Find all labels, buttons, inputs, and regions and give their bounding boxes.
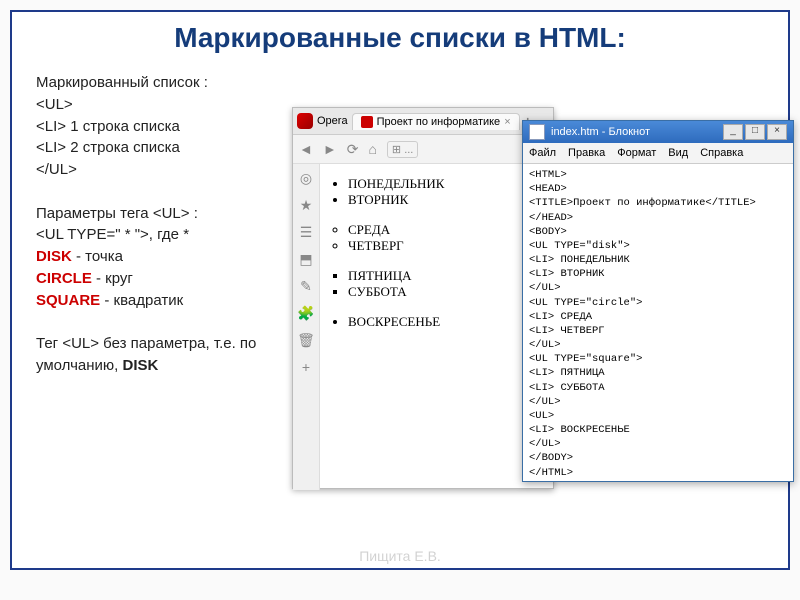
notes-icon[interactable]: ✎ [300, 278, 312, 295]
notepad-title: index.htm - Блокнот [551, 126, 650, 138]
extensions-icon[interactable]: 🧩 [297, 305, 314, 322]
list-disc: ПОНЕДЕЛЬНИК ВТОРНИК [320, 176, 549, 208]
params-heading: Параметры тега <UL> : [36, 203, 286, 225]
tab-favicon-icon [361, 116, 373, 128]
code-line: <HEAD> [529, 182, 787, 196]
minimize-button[interactable]: _ [723, 124, 743, 140]
notepad-titlebar: index.htm - Блокнот _ □ × [523, 121, 793, 143]
code-line: </UL> [529, 395, 787, 409]
browser-tabbar: Opera Проект по информатике × + [293, 108, 553, 135]
downloads-icon[interactable]: ⬒ [299, 251, 312, 268]
history-icon[interactable]: ☰ [300, 224, 313, 241]
code-line: </BODY> [529, 451, 787, 465]
code-line: <UL> [36, 94, 286, 116]
opera-logo-icon [297, 113, 313, 129]
code-line: <LI> ПЯТНИЦА [529, 366, 787, 380]
notepad-window: index.htm - Блокнот _ □ × Файл Правка Фо… [522, 120, 794, 482]
list-item: СРЕДА [348, 222, 549, 238]
code-line: </UL> [529, 281, 787, 295]
code-line: <LI> ВТОРНИК [529, 267, 787, 281]
bookmark-bar-icon[interactable]: ⊞ ... [387, 141, 418, 158]
list-item: ПЯТНИЦА [348, 268, 549, 284]
code-line: </HEAD> [529, 211, 787, 225]
code-line: <LI> ВОСКРЕСЕНЬЕ [529, 423, 787, 437]
slide-frame: Маркированные списки в HTML: Маркированн… [10, 10, 790, 570]
browser-window: Opera Проект по информатике × + ◄ ► ⟳ ⌂ … [292, 107, 554, 489]
list-heading: Маркированный список : [36, 72, 286, 94]
list-item: СУББОТА [348, 284, 549, 300]
forward-icon[interactable]: ► [323, 141, 337, 157]
maximize-button[interactable]: □ [745, 124, 765, 140]
code-line: </UL> [529, 338, 787, 352]
slide-title: Маркированные списки в HTML: [32, 22, 768, 54]
code-line: <LI> 2 строка списка [36, 137, 286, 159]
list-item: ПОНЕДЕЛЬНИК [348, 176, 549, 192]
home-icon[interactable]: ⌂ [368, 141, 376, 157]
list-square: ПЯТНИЦА СУББОТА [320, 268, 549, 300]
menu-edit[interactable]: Правка [568, 147, 605, 159]
code-line: <LI> ЧЕТВЕРГ [529, 324, 787, 338]
code-line: <LI> СУББОТА [529, 381, 787, 395]
browser-toolbar: ◄ ► ⟳ ⌂ ⊞ ... [293, 135, 553, 164]
star-icon[interactable]: ★ [300, 197, 313, 214]
notepad-content[interactable]: <HTML> <HEAD> <TITLE>Проект по информати… [523, 164, 793, 484]
circle-line: CIRCLE - круг [36, 268, 286, 290]
type-line: <UL TYPE=" * ">, где * [36, 224, 286, 246]
list-item: ВОСКРЕСЕНЬЕ [348, 314, 549, 330]
add-panel-icon[interactable]: + [302, 359, 310, 375]
list-item: ВТОРНИК [348, 192, 549, 208]
tab-label: Проект по информатике [377, 116, 501, 128]
trash-icon[interactable]: 🗑 [297, 332, 315, 349]
notepad-app-icon [529, 124, 545, 140]
browser-sidebar: ◎ ★ ☰ ⬒ ✎ 🧩 🗑 + [293, 164, 320, 490]
square-line: SQUARE - квадратик [36, 290, 286, 312]
list-default: ВОСКРЕСЕНЬЕ [320, 314, 549, 330]
left-column: Маркированный список : <UL> <LI> 1 строк… [36, 72, 286, 377]
notepad-menubar: Файл Правка Формат Вид Справка [523, 143, 793, 164]
menu-help[interactable]: Справка [700, 147, 743, 159]
sidebar-icon[interactable]: ◎ [300, 170, 312, 187]
code-line: <LI> ПОНЕДЕЛЬНИК [529, 253, 787, 267]
browser-body: ◎ ★ ☰ ⬒ ✎ 🧩 🗑 + ПОНЕДЕЛЬНИК ВТОРНИК СРЕД… [293, 164, 553, 490]
code-line: <TITLE>Проект по информатике</TITLE> [529, 196, 787, 210]
reload-icon[interactable]: ⟳ [347, 141, 359, 158]
code-line: <LI> СРЕДА [529, 310, 787, 324]
browser-content: ПОНЕДЕЛЬНИК ВТОРНИК СРЕДА ЧЕТВЕРГ ПЯТНИЦ… [320, 164, 553, 490]
list-item: ЧЕТВЕРГ [348, 238, 549, 254]
code-line: <BODY> [529, 225, 787, 239]
code-line: <UL> [529, 409, 787, 423]
opera-label: Opera [317, 115, 348, 127]
code-line: <UL TYPE="square"> [529, 352, 787, 366]
list-circle: СРЕДА ЧЕТВЕРГ [320, 222, 549, 254]
menu-view[interactable]: Вид [668, 147, 688, 159]
code-line: </HTML> [529, 466, 787, 480]
close-button[interactable]: × [767, 124, 787, 140]
code-line: </UL> [529, 437, 787, 451]
browser-tab[interactable]: Проект по информатике × [352, 113, 520, 130]
code-line: <LI> 1 строка списка [36, 116, 286, 138]
tail-text: Тег <UL> без параметра, т.е. по умолчани… [36, 333, 286, 377]
code-line: <UL TYPE="disk"> [529, 239, 787, 253]
back-icon[interactable]: ◄ [299, 141, 313, 157]
code-line: <HTML> [529, 168, 787, 182]
menu-file[interactable]: Файл [529, 147, 556, 159]
code-line: <UL TYPE="circle"> [529, 296, 787, 310]
code-block: <UL> <LI> 1 строка списка <LI> 2 строка … [36, 94, 286, 181]
close-tab-icon[interactable]: × [504, 116, 510, 128]
disk-line: DISK - точка [36, 246, 286, 268]
menu-format[interactable]: Формат [617, 147, 656, 159]
footer-author: Пищита Е.В. [359, 548, 441, 564]
code-line: </UL> [36, 159, 286, 181]
